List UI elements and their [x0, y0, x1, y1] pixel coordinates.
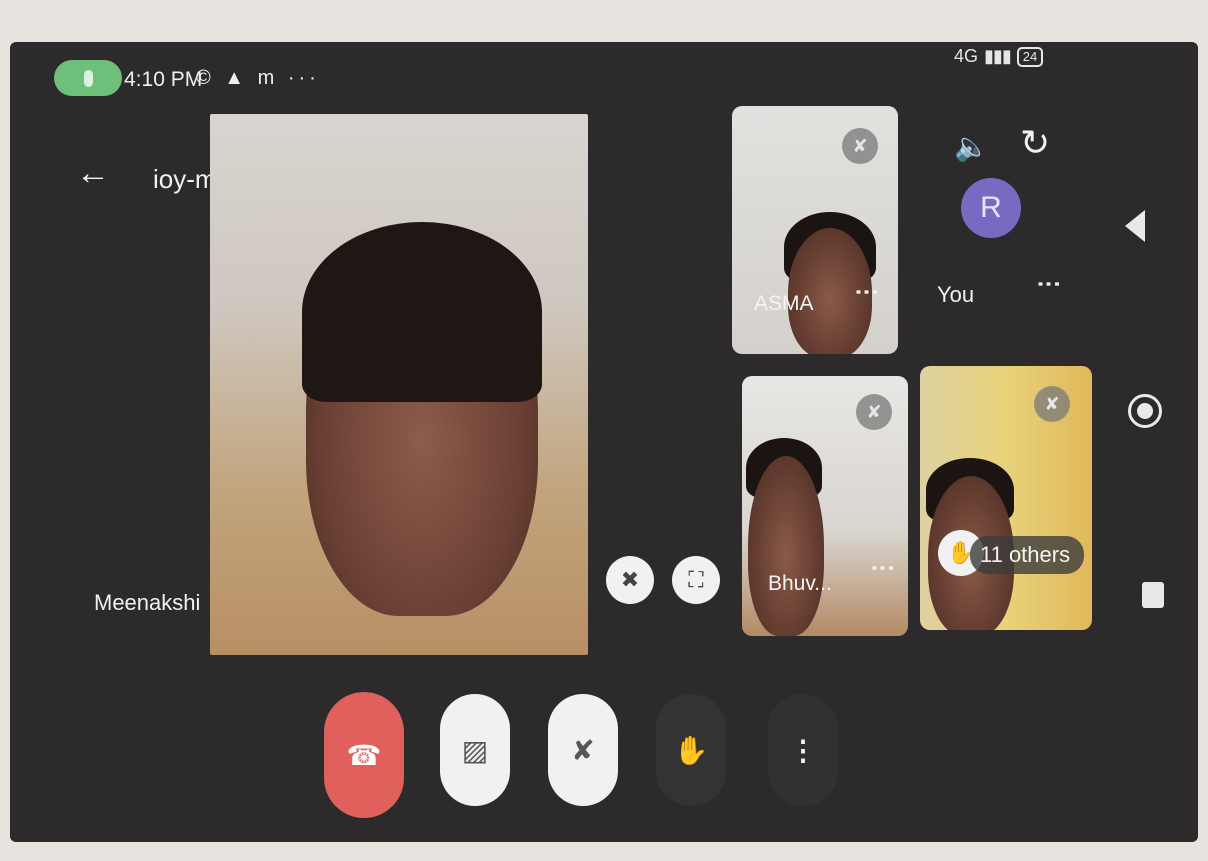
avatar: R — [961, 178, 1021, 238]
fullscreen-button[interactable]: ⛶ — [672, 556, 720, 604]
unpin-button[interactable]: ✖ — [606, 556, 654, 604]
camera-off-button[interactable]: ▨ — [440, 694, 510, 806]
fullscreen-icon: ⛶ — [688, 567, 704, 592]
main-participant-name: Meenakshi — [94, 590, 201, 615]
back-arrow-icon[interactable]: ← — [76, 154, 110, 193]
more-options-button[interactable]: ⋮ — [768, 694, 838, 806]
nav-recent-icon[interactable] — [1142, 582, 1164, 608]
speaker-icon[interactable]: 🔈 — [954, 130, 989, 163]
more-options-icon[interactable]: ⋮ — [1034, 272, 1062, 292]
more-options-icon[interactable]: ⋮ — [868, 556, 896, 576]
participant-tile-others[interactable]: ✘ ✋ 11 others — [920, 366, 1092, 630]
call-screen: 4:10 PM © ▲ m ··· 4G ▮▮▮ 24 ← ioy-mbzy-d… — [10, 42, 1198, 842]
muted-icon: ✘ — [1034, 386, 1070, 422]
signal-icon: 4G — [954, 46, 979, 66]
main-video[interactable] — [210, 114, 588, 655]
status-right: 4G ▮▮▮ 24 — [954, 46, 1044, 67]
muted-icon: ✘ — [842, 128, 878, 164]
others-count-badge: 11 others — [970, 536, 1085, 574]
end-call-button[interactable]: ☎ — [324, 692, 404, 818]
more-options-icon[interactable]: ⋮ — [852, 280, 880, 300]
participant-name: You — [937, 282, 975, 307]
raise-hand-icon: ✋ — [673, 734, 709, 766]
nav-home-icon[interactable] — [1128, 394, 1162, 428]
mic-off-button[interactable]: ✘ — [548, 694, 618, 806]
participant-name: ASMA — [754, 292, 814, 315]
more-options-icon: ⋮ — [789, 734, 817, 766]
nav-back-icon[interactable] — [1125, 210, 1145, 242]
camera-off-icon: ▨ — [461, 734, 489, 766]
notification-icons: © ▲ m ··· — [196, 67, 320, 89]
unpin-icon: ✖ — [620, 567, 640, 592]
end-call-icon: ☎ — [346, 739, 382, 771]
raise-hand-button[interactable]: ✋ — [656, 694, 726, 806]
flip-camera-icon[interactable]: ↻ — [1020, 122, 1050, 164]
mic-active-indicator — [54, 60, 122, 96]
participant-tile-asma[interactable]: ✘ ASMA ⋮ — [732, 106, 898, 354]
mic-off-icon: ✘ — [571, 734, 595, 766]
participant-tile-bhuv[interactable]: ✘ Bhuv... ⋮ — [742, 376, 908, 636]
status-time: 4:10 PM — [124, 68, 203, 91]
battery-icon: 24 — [1016, 46, 1044, 67]
muted-icon: ✘ — [856, 394, 892, 430]
participant-name: Bhuv... — [768, 572, 832, 595]
